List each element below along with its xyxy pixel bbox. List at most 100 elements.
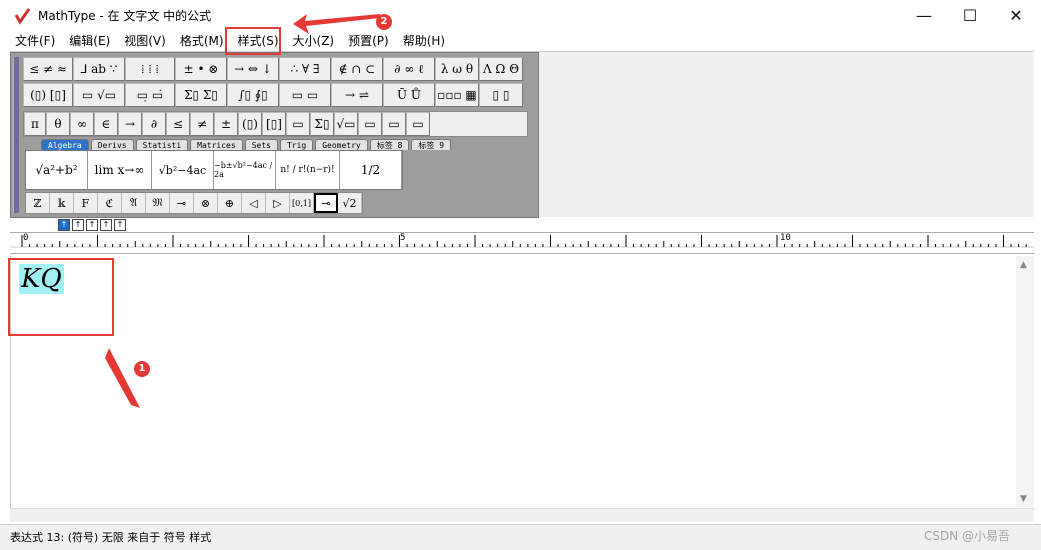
sqrt-button[interactable]: √▭ xyxy=(334,112,358,136)
greek-uppercase-button[interactable]: Λ Ω Θ xyxy=(479,57,523,81)
symbol-btn-2[interactable]: 𝕜 xyxy=(50,193,74,213)
not-equal-button[interactable]: ≠ xyxy=(190,112,214,136)
fraction-button[interactable]: ▭ xyxy=(286,112,310,136)
tab-trig[interactable]: Trig xyxy=(279,139,314,150)
symbol-row-1: ≤ ≠ ≈ ⅃ ab ∵ ⁞ ⁞ ⁞ ± • ⊗ → ⇔ ↓ ∴ ∀ ∃ ∉ ∩… xyxy=(23,57,523,81)
menu-bar: 文件(F) 编辑(E) 视图(V) 格式(M) 样式(S) 大小(Z) 预置(P… xyxy=(0,31,1041,51)
tab-algebra[interactable]: Algebra xyxy=(41,139,89,150)
parentheses-button[interactable]: (▯) xyxy=(238,112,262,136)
tab-sets[interactable]: Sets xyxy=(244,139,278,150)
template-one-half[interactable]: 1/2 xyxy=(340,151,402,189)
ruler-mark-10: 10 xyxy=(780,233,791,243)
window-title: MathType - 在 文字文 中的公式 xyxy=(38,9,212,23)
align-center-button[interactable]: ↑ xyxy=(72,219,84,231)
embellishments-button[interactable]: ⁞ ⁞ ⁞ xyxy=(125,57,175,81)
symbol-btn-7[interactable]: ⊸ xyxy=(170,193,194,213)
partial-button[interactable]: ∂ xyxy=(142,112,166,136)
title-bar: MathType - 在 文字文 中的公式 xyxy=(0,0,1041,31)
symbol-btn-11[interactable]: ▷ xyxy=(266,193,290,213)
integral-templates-button[interactable]: ∫▯ ∮▯ xyxy=(227,83,279,107)
toolbar-grip[interactable] xyxy=(13,57,19,213)
close-button[interactable]: ✕ xyxy=(993,0,1039,31)
symbol-btn-1[interactable]: ℤ xyxy=(26,193,50,213)
symbol-btn-6[interactable]: 𝔐 xyxy=(146,193,170,213)
less-equal-button[interactable]: ≤ xyxy=(166,112,190,136)
arrow-symbols-button[interactable]: → ⇔ ↓ xyxy=(227,57,279,81)
scroll-up-icon[interactable]: ▲ xyxy=(1020,260,1027,270)
tab-matrices[interactable]: Matrices xyxy=(190,139,243,150)
element-of-button[interactable]: ∈ xyxy=(94,112,118,136)
minimize-button[interactable]: — xyxy=(901,0,947,31)
right-arrow-button[interactable]: → xyxy=(118,112,142,136)
products-set-theory-button[interactable]: Ū Ů xyxy=(383,83,435,107)
horizontal-scrollbar[interactable] xyxy=(10,508,1034,522)
scroll-down-icon[interactable]: ▼ xyxy=(1020,494,1027,504)
ruler-ticks xyxy=(10,235,1034,248)
subscript-button[interactable]: ▭ xyxy=(382,112,406,136)
palette-tabs: Algebra Derivs Statisti Matrices Sets Tr… xyxy=(41,139,452,150)
relational-symbols-button[interactable]: ≤ ≠ ≈ xyxy=(23,57,73,81)
template-combination[interactable]: n! / r!(n−r)! xyxy=(276,151,340,189)
spaces-ellipses-button[interactable]: ⅃ ab ∵ xyxy=(73,57,125,81)
template-quadratic[interactable]: −b±√b²−4ac / 2a xyxy=(214,151,276,189)
summation-templates-button[interactable]: Σ▯ Σ▯ xyxy=(175,83,227,107)
tab-label-9[interactable]: 标签 9 xyxy=(411,139,452,150)
template-discriminant[interactable]: √b²−4ac xyxy=(152,151,214,189)
menu-help[interactable]: 帮助(H) xyxy=(396,31,452,51)
box-templates-button[interactable]: ▯ ▯ xyxy=(479,83,523,107)
alignment-buttons: ↑ ↑ ↑ ↑ ↑ xyxy=(58,219,126,231)
subscript-superscript-button[interactable]: ▭̣ ▭̇ xyxy=(125,83,175,107)
infinity-symbol-button[interactable]: ∞ xyxy=(70,112,94,136)
menu-edit[interactable]: 编辑(E) xyxy=(62,31,117,51)
fraction-radical-button[interactable]: ▭ √▭ xyxy=(73,83,125,107)
expression-templates: √a²+b² lim x→∞ √b²−4ac −b±√b²−4ac / 2a n… xyxy=(25,150,403,190)
symbol-btn-13[interactable]: ⊸ xyxy=(314,193,338,213)
toolbar-area: ≤ ≠ ≈ ⅃ ab ∵ ⁞ ⁞ ⁞ ± • ⊗ → ⇔ ↓ ∴ ∀ ∃ ∉ ∩… xyxy=(10,51,1034,218)
labeled-arrow-button[interactable]: → ⇌ xyxy=(331,83,383,107)
matrix-templates-button[interactable]: ▫▫▫ ▦ xyxy=(435,83,479,107)
menu-format[interactable]: 格式(M) xyxy=(173,31,231,51)
align-left-button[interactable]: ↑ xyxy=(58,219,70,231)
align-decimal-button[interactable]: ↑ xyxy=(100,219,112,231)
status-text: 表达式 13: (符号) 无限 来自于 符号 样式 xyxy=(10,531,212,544)
vertical-scrollbar[interactable]: ▲ ▼ xyxy=(1016,256,1034,508)
symbol-btn-12[interactable]: [0,1] xyxy=(290,193,314,213)
tab-label-8[interactable]: 标签 8 xyxy=(369,139,410,150)
sub-superscript-button[interactable]: ▭ xyxy=(406,112,430,136)
align-relation-button[interactable]: ↑ xyxy=(114,219,126,231)
tab-geometry[interactable]: Geometry xyxy=(315,139,368,150)
logical-symbols-button[interactable]: ∴ ∀ ∃ xyxy=(279,57,331,81)
theta-symbol-button[interactable]: θ xyxy=(46,112,70,136)
menu-view[interactable]: 视图(V) xyxy=(117,31,173,51)
brackets-button[interactable]: [▯] xyxy=(262,112,286,136)
underbar-overbar-button[interactable]: ▭ ▭ xyxy=(279,83,331,107)
maximize-button[interactable]: ☐ xyxy=(947,0,993,31)
symbol-btn-3[interactable]: F xyxy=(74,193,98,213)
symbol-btn-8[interactable]: ⊗ xyxy=(194,193,218,213)
greek-lowercase-button[interactable]: λ ω θ xyxy=(435,57,479,81)
symbol-btn-14[interactable]: √2 xyxy=(338,193,362,213)
align-right-button[interactable]: ↑ xyxy=(86,219,98,231)
annotation-arrow-1 xyxy=(101,348,140,408)
symbol-btn-4[interactable]: ℭ xyxy=(98,193,122,213)
ruler-mark-5: 5 xyxy=(400,233,406,243)
template-pythagorean[interactable]: √a²+b² xyxy=(26,151,88,189)
tab-statistics[interactable]: Statisti xyxy=(135,139,189,150)
sum-button[interactable]: Σ▯ xyxy=(310,112,334,136)
misc-symbols-button[interactable]: ∂ ∞ ℓ xyxy=(383,57,435,81)
tab-derivs[interactable]: Derivs xyxy=(90,139,134,150)
plus-minus-button[interactable]: ± xyxy=(214,112,238,136)
symbol-btn-10[interactable]: ◁ xyxy=(242,193,266,213)
annotation-badge-2: 2 xyxy=(376,14,392,30)
superscript-button[interactable]: ▭ xyxy=(358,112,382,136)
fence-templates-button[interactable]: (▯) [▯] xyxy=(23,83,73,107)
ruler[interactable]: 0 5 10 xyxy=(10,232,1034,254)
equation-editor-area[interactable]: KQ xyxy=(10,256,1015,508)
pi-symbol-button[interactable]: π xyxy=(24,112,46,136)
template-limit[interactable]: lim x→∞ xyxy=(88,151,152,189)
set-theory-button[interactable]: ∉ ∩ ⊂ xyxy=(331,57,383,81)
symbol-btn-9[interactable]: ⊕ xyxy=(218,193,242,213)
operator-symbols-button[interactable]: ± • ⊗ xyxy=(175,57,227,81)
menu-file[interactable]: 文件(F) xyxy=(0,31,62,51)
symbol-btn-5[interactable]: 𝔄 xyxy=(122,193,146,213)
